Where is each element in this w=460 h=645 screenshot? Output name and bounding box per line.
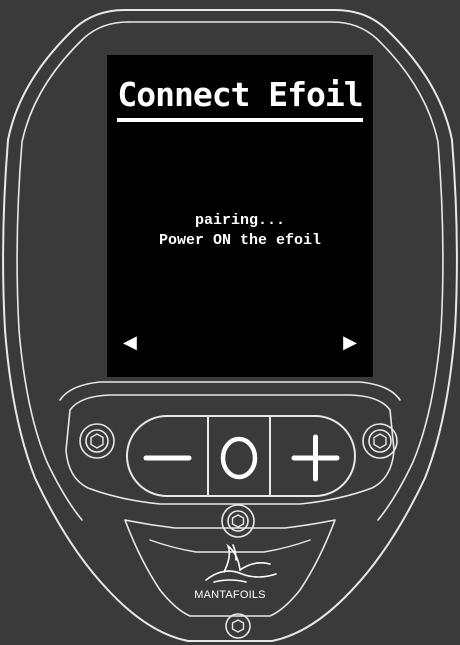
brand-name: MANTAFOILS <box>194 589 266 601</box>
nav-left-arrow-icon[interactable]: ◀ <box>123 333 137 353</box>
screen-title-text: Connect Efoil <box>117 75 364 122</box>
mantafoils-logo-icon <box>205 543 277 583</box>
pairing-status: pairing... Power ON the efoil <box>107 211 373 251</box>
select-button[interactable] <box>208 416 270 496</box>
nav-right-arrow-icon[interactable]: ▶ <box>343 333 357 353</box>
display-screen: Connect Efoil pairing... Power ON the ef… <box>107 55 373 377</box>
screen-title: Connect Efoil <box>107 75 373 122</box>
remote-controller: Connect Efoil pairing... Power ON the ef… <box>0 0 460 645</box>
plus-button[interactable] <box>270 416 355 496</box>
status-line-1: pairing... <box>194 212 285 229</box>
minus-button[interactable] <box>127 416 208 496</box>
status-line-2: Power ON the efoil <box>158 232 322 249</box>
